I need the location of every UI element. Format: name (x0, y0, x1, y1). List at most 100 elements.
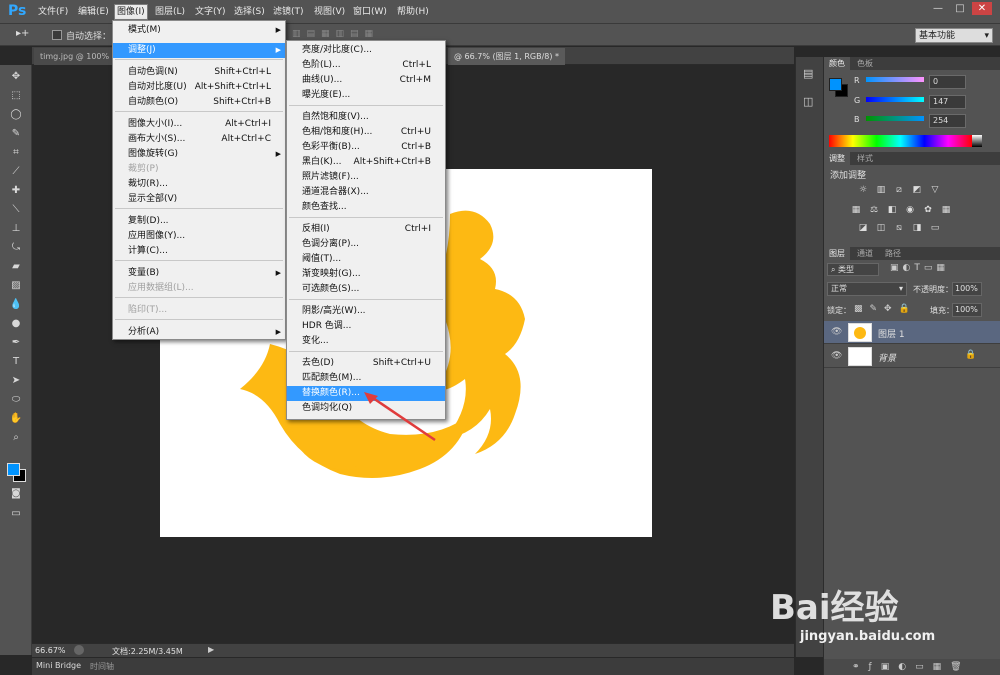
hand-tool-icon[interactable]: ✋ (8, 412, 24, 426)
eraser-tool-icon[interactable]: ▰ (8, 260, 24, 274)
image-menu-item[interactable]: 图像大小(I)... Alt+Ctrl+I (113, 117, 285, 132)
channel-b-slider[interactable] (866, 116, 924, 121)
crop-tool-icon[interactable]: ⌗ (8, 146, 24, 160)
doc-tab-timg[interactable]: timg.jpg @ 100%(... (34, 48, 124, 65)
adjust-menu-item[interactable]: 匹配颜色(M)... (287, 371, 445, 386)
maximize-button[interactable]: □ (950, 2, 970, 15)
tab-paths[interactable]: 路径 (880, 247, 906, 260)
adjust-menu-item[interactable]: 阴影/高光(W)... (287, 304, 445, 319)
layer-filter-icons[interactable]: ▣◐T▭▦ (890, 263, 949, 273)
adjust-menu-item[interactable]: 通道混合器(X)... (287, 185, 445, 200)
image-menu-item[interactable]: 自动对比度(U) Alt+Shift+Ctrl+L (113, 80, 285, 95)
exposure-adj-icon[interactable]: ◩ (911, 185, 923, 196)
image-menu-item[interactable]: 计算(C)... (113, 244, 285, 259)
fill-input[interactable]: 100% (952, 303, 982, 317)
posterize-adj-icon[interactable]: ◫ (875, 223, 887, 234)
adjust-menu-item[interactable]: 反相(I) Ctrl+I (287, 222, 445, 237)
align-icons[interactable]: ▥▤▦▥▤▦ (292, 29, 379, 39)
tab-color[interactable]: 颜色 (824, 57, 850, 70)
image-menu-item[interactable]: 自动颜色(O) Shift+Ctrl+B (113, 95, 285, 110)
adjust-menu-item[interactable]: 色调分离(P)... (287, 237, 445, 252)
image-menu-item[interactable]: 分析(A) ▶ (113, 325, 285, 340)
dodge-tool-icon[interactable]: ● (8, 317, 24, 331)
image-menu-item[interactable]: 自动色调(N) Shift+Ctrl+L (113, 65, 285, 80)
move-tool-icon[interactable]: ✥ (8, 70, 24, 84)
quick-select-tool-icon[interactable]: ✎ (8, 127, 24, 141)
levels-adj-icon[interactable]: ▥ (875, 185, 887, 196)
opacity-input[interactable]: 100% (952, 282, 982, 296)
image-menu-item[interactable]: 画布大小(S)... Alt+Ctrl+C (113, 132, 285, 147)
healing-tool-icon[interactable]: ✚ (8, 184, 24, 198)
channel-b-value[interactable]: 254 (929, 114, 966, 128)
threshold-adj-icon[interactable]: ⧅ (893, 223, 905, 234)
menu-item[interactable]: 滤镜(T) (271, 5, 306, 19)
foreground-color-swatch[interactable] (7, 463, 20, 476)
zoom-tool-icon[interactable]: ⌕ (8, 431, 24, 445)
image-menu-item[interactable]: 调整(J) ▶ (113, 43, 285, 58)
lock-icons[interactable]: ▩✎✥🔒 (854, 304, 917, 314)
minimize-button[interactable]: — (928, 2, 948, 15)
menu-item[interactable]: 图层(L) (153, 5, 187, 19)
bw-adj-icon[interactable]: ◧ (886, 205, 898, 216)
color-lookup-adj-icon[interactable]: ▦ (940, 205, 952, 216)
type-tool-icon[interactable]: T (8, 355, 24, 369)
adjust-menu-item[interactable]: 可选颜色(S)... (287, 282, 445, 297)
gradient-map-adj-icon[interactable]: ▭ (929, 223, 941, 234)
layer-row[interactable]: 👁 背景 🔒 (824, 345, 1000, 368)
grayscale-ramp[interactable] (972, 135, 982, 147)
close-button[interactable]: ✕ (972, 2, 992, 15)
quick-mask-icon[interactable]: ◙ (8, 487, 24, 501)
channel-g-value[interactable]: 147 (929, 95, 966, 109)
stamp-tool-icon[interactable]: ⊥ (8, 222, 24, 236)
image-menu-item[interactable]: 变量(B) ▶ (113, 266, 285, 281)
adjust-menu-item[interactable]: 阈值(T)... (287, 252, 445, 267)
path-select-tool-icon[interactable]: ➤ (8, 374, 24, 388)
blend-mode-select[interactable]: 正常 ▾ (827, 282, 907, 296)
layer-filter-select[interactable]: ⌕ 类型 (827, 263, 879, 276)
menu-item[interactable]: 文字(Y) (193, 5, 228, 19)
adjust-menu-item[interactable]: 色彩平衡(B)... Ctrl+B (287, 140, 445, 155)
status-arrow-icon[interactable]: ▶ (208, 645, 214, 654)
menu-item[interactable]: 选择(S) (232, 5, 267, 19)
color-spectrum[interactable] (829, 135, 972, 147)
timeline-tab[interactable]: 时间轴 (90, 661, 114, 672)
blur-tool-icon[interactable]: 💧 (8, 298, 24, 312)
gradient-tool-icon[interactable]: ▨ (8, 279, 24, 293)
selective-color-adj-icon[interactable]: ◨ (911, 223, 923, 234)
fg-color-swatch[interactable] (829, 78, 842, 91)
curves-adj-icon[interactable]: ⧄ (893, 185, 905, 196)
tab-layers[interactable]: 图层 (824, 247, 850, 260)
mini-bridge-tab[interactable]: Mini Bridge (36, 661, 81, 670)
menu-item[interactable]: 窗口(W) (351, 5, 389, 19)
brush-tool-icon[interactable]: ⟍ (8, 203, 24, 217)
menu-item[interactable]: 编辑(E) (76, 5, 111, 19)
menu-item[interactable]: 视图(V) (312, 5, 347, 19)
image-menu-item[interactable]: 显示全部(V) (113, 192, 285, 207)
history-brush-icon[interactable]: ⤿ (8, 241, 24, 255)
layer-row[interactable]: 👁 图层 1 (824, 321, 1000, 344)
brightness-adj-icon[interactable]: ☼ (857, 185, 869, 196)
tab-adjustments[interactable]: 调整 (824, 152, 850, 165)
vibrance-adj-icon[interactable]: ▽ (929, 185, 941, 196)
adjust-menu-item[interactable]: 颜色查找... (287, 200, 445, 215)
history-panel-icon[interactable]: ▤ (803, 67, 813, 80)
marquee-tool-icon[interactable]: ⬚ (8, 89, 24, 103)
eye-icon[interactable]: 👁 (831, 327, 842, 337)
adjust-menu-item[interactable]: 色阶(L)... Ctrl+L (287, 58, 445, 73)
adjust-menu-item[interactable]: 自然饱和度(V)... (287, 110, 445, 125)
move-tool-icon[interactable]: ▸+ (16, 28, 29, 39)
adjust-menu-item[interactable]: 黑白(K)... Alt+Shift+Ctrl+B (287, 155, 445, 170)
adjust-menu-item[interactable]: 去色(D) Shift+Ctrl+U (287, 356, 445, 371)
channel-r-value[interactable]: 0 (929, 75, 966, 89)
adjust-menu-item[interactable]: 曲线(U)... Ctrl+M (287, 73, 445, 88)
menu-item[interactable]: 文件(F) (36, 5, 70, 19)
image-menu-item[interactable]: 应用图像(Y)... (113, 229, 285, 244)
layer-name[interactable]: 背景 (878, 351, 896, 364)
channel-r-slider[interactable] (866, 77, 924, 82)
adjust-menu-item[interactable]: 照片滤镜(F)... (287, 170, 445, 185)
tab-styles[interactable]: 样式 (852, 152, 878, 165)
properties-panel-icon[interactable]: ◫ (803, 95, 813, 108)
menu-item[interactable]: 图像(I) (114, 4, 148, 20)
image-menu-item[interactable]: 图像旋转(G) ▶ (113, 147, 285, 162)
adjust-menu-item[interactable]: 曝光度(E)... (287, 88, 445, 103)
